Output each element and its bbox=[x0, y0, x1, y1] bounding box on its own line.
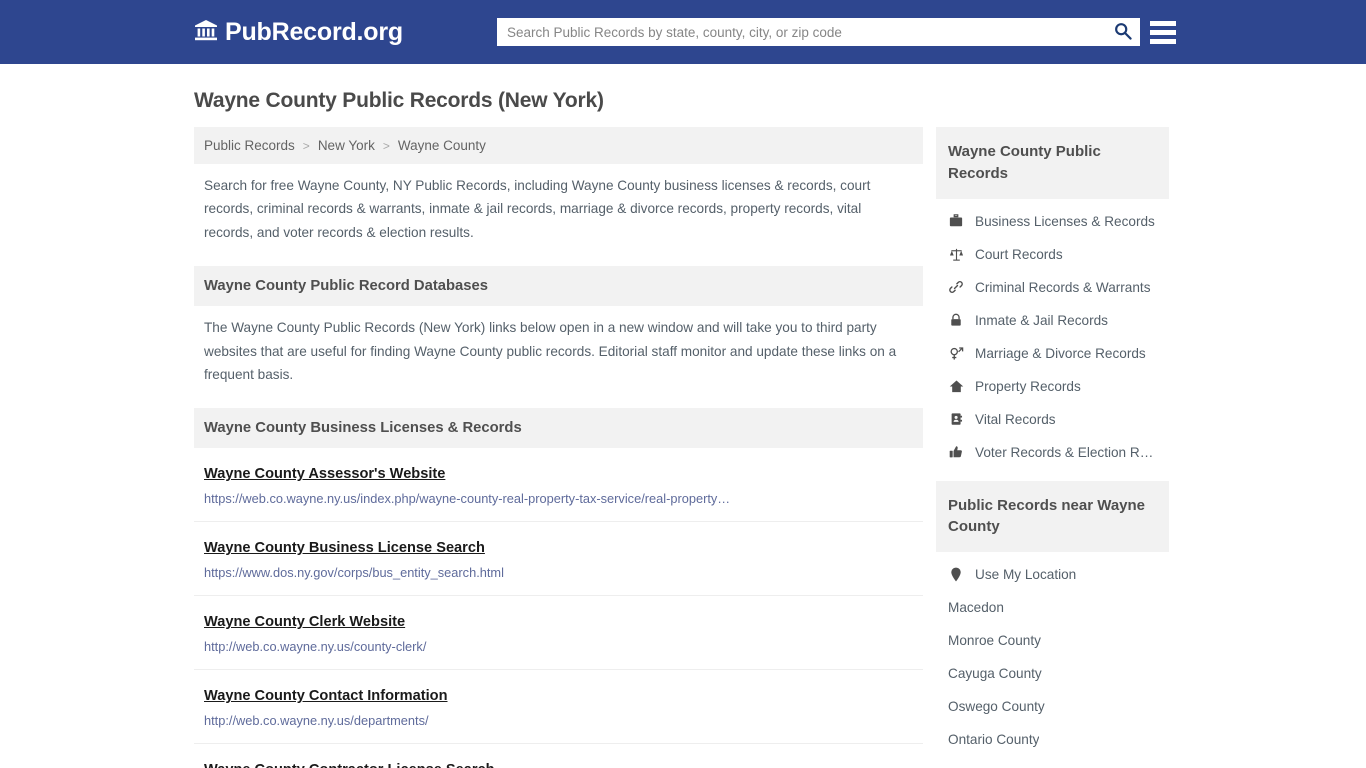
venus-mars-icon bbox=[948, 346, 964, 361]
section-heading-databases: Wayne County Public Record Databases bbox=[194, 266, 923, 307]
sidebar: Wayne County Public Records Business Lic… bbox=[936, 127, 1169, 768]
databases-paragraph: The Wayne County Public Records (New Yor… bbox=[204, 320, 897, 382]
site-logo[interactable]: PubRecord.org bbox=[194, 18, 403, 47]
balance-scale-icon bbox=[948, 247, 964, 262]
thumbs-up-icon bbox=[948, 445, 964, 459]
sidebar-item-ontario-county[interactable]: Ontario County bbox=[936, 723, 1169, 756]
sidebar-item-criminal-records[interactable]: Criminal Records & Warrants bbox=[936, 271, 1169, 304]
chain-link-icon bbox=[948, 280, 964, 294]
sidebar-item-label: Inmate & Jail Records bbox=[975, 312, 1108, 328]
hamburger-menu-icon-bar bbox=[1150, 29, 1176, 35]
breadcrumb-item-public-records[interactable]: Public Records bbox=[204, 138, 295, 153]
lock-icon bbox=[948, 313, 964, 327]
breadcrumb-separator: > bbox=[382, 138, 390, 153]
intro-paragraph: Search for free Wayne County, NY Public … bbox=[204, 178, 871, 240]
sidebar-item-oswego-county[interactable]: Oswego County bbox=[936, 690, 1169, 723]
bank-icon bbox=[194, 18, 218, 47]
search-input[interactable] bbox=[497, 18, 1106, 46]
hamburger-menu-button[interactable] bbox=[1150, 18, 1176, 46]
sidebar-item-court-records[interactable]: Court Records bbox=[936, 238, 1169, 271]
sidebar-item-monroe-county[interactable]: Monroe County bbox=[936, 624, 1169, 657]
record-link-url: https://web.co.wayne.ny.us/index.php/way… bbox=[204, 491, 731, 507]
record-link-url: https://www.dos.ny.gov/corps/bus_entity_… bbox=[204, 565, 504, 581]
sidebar-item-inmate-jail-records[interactable]: Inmate & Jail Records bbox=[936, 304, 1169, 337]
main-column: Public Records > New York > Wayne County… bbox=[194, 127, 923, 768]
search-icon bbox=[1114, 22, 1132, 43]
sidebar-item-label: Macedon bbox=[948, 600, 1004, 615]
sidebar-item-voter-records[interactable]: Voter Records & Election R… bbox=[936, 436, 1169, 469]
sidebar-nearby-box: Public Records near Wayne County Use My … bbox=[936, 480, 1169, 757]
section-heading-business-licenses: Wayne County Business Licenses & Records bbox=[194, 408, 923, 449]
sidebar-item-macedon[interactable]: Macedon bbox=[936, 591, 1169, 624]
breadcrumb-separator: > bbox=[302, 138, 310, 153]
record-link-title[interactable]: Wayne County Contractor License Search bbox=[204, 762, 495, 768]
page-title: Wayne County Public Records (New York) bbox=[194, 89, 604, 112]
sidebar-item-marriage-divorce-records[interactable]: Marriage & Divorce Records bbox=[936, 337, 1169, 370]
breadcrumb: Public Records > New York > Wayne County bbox=[194, 127, 923, 164]
sidebar-item-label: Vital Records bbox=[975, 411, 1056, 427]
page-container: Wayne County Public Records (New York) P… bbox=[0, 89, 1366, 768]
list-item: Wayne County Contact Information http://… bbox=[194, 670, 923, 745]
sidebar-item-label: Use My Location bbox=[975, 567, 1077, 582]
sidebar-item-label: Cayuga County bbox=[948, 666, 1042, 681]
sidebar-item-label: Oswego County bbox=[948, 699, 1045, 714]
sidebar-records-heading: Wayne County Public Records bbox=[936, 127, 1169, 199]
record-link-url: http://web.co.wayne.ny.us/departments/ bbox=[204, 713, 429, 729]
sidebar-nearby-heading: Public Records near Wayne County bbox=[936, 480, 1169, 552]
sidebar-item-label: Ontario County bbox=[948, 732, 1040, 747]
record-link-title[interactable]: Wayne County Clerk Website bbox=[204, 614, 405, 630]
search-bar bbox=[497, 18, 1140, 46]
sidebar-item-use-my-location[interactable]: Use My Location bbox=[936, 558, 1169, 591]
search-button[interactable] bbox=[1106, 18, 1140, 46]
breadcrumb-item-new-york[interactable]: New York bbox=[318, 138, 375, 153]
hamburger-menu-icon-bar bbox=[1150, 38, 1176, 44]
sidebar-item-label: Voter Records & Election R… bbox=[975, 444, 1154, 460]
sidebar-item-label: Court Records bbox=[975, 246, 1063, 262]
map-pin-icon bbox=[948, 567, 964, 582]
sidebar-item-label: Marriage & Divorce Records bbox=[975, 345, 1146, 361]
record-link-url: http://web.co.wayne.ny.us/county-clerk/ bbox=[204, 639, 427, 655]
sidebar-item-business-licenses[interactable]: Business Licenses & Records bbox=[936, 205, 1169, 238]
sidebar-item-label: Property Records bbox=[975, 378, 1081, 394]
breadcrumb-item-wayne-county[interactable]: Wayne County bbox=[398, 138, 486, 153]
record-link-title[interactable]: Wayne County Business License Search bbox=[204, 540, 485, 556]
home-icon bbox=[948, 379, 964, 394]
record-link-title[interactable]: Wayne County Contact Information bbox=[204, 688, 448, 704]
sidebar-item-label: Monroe County bbox=[948, 633, 1041, 648]
sidebar-item-label: Criminal Records & Warrants bbox=[975, 279, 1151, 295]
sidebar-records-box: Wayne County Public Records Business Lic… bbox=[936, 127, 1169, 469]
sidebar-records-list: Business Licenses & Records Court Record… bbox=[936, 199, 1169, 469]
record-link-list: Wayne County Assessor's Website https://… bbox=[194, 448, 923, 768]
site-logo-text: PubRecord.org bbox=[225, 17, 403, 46]
address-book-icon bbox=[948, 412, 964, 426]
list-item: Wayne County Clerk Website http://web.co… bbox=[194, 596, 923, 671]
content-columns: Public Records > New York > Wayne County… bbox=[194, 127, 1172, 768]
sidebar-nearby-list: Use My Location Macedon Monroe County Ca… bbox=[936, 552, 1169, 756]
record-link-title[interactable]: Wayne County Assessor's Website bbox=[204, 466, 445, 482]
list-item: Wayne County Assessor's Website https://… bbox=[194, 448, 923, 523]
hamburger-menu-icon bbox=[1150, 20, 1176, 26]
sidebar-item-label: Business Licenses & Records bbox=[975, 213, 1155, 229]
list-item: Wayne County Contractor License Search h… bbox=[194, 744, 923, 768]
sidebar-item-vital-records[interactable]: Vital Records bbox=[936, 403, 1169, 436]
site-header: PubRecord.org bbox=[0, 0, 1366, 64]
briefcase-icon bbox=[948, 214, 964, 228]
list-item: Wayne County Business License Search htt… bbox=[194, 522, 923, 597]
sidebar-item-property-records[interactable]: Property Records bbox=[936, 370, 1169, 403]
sidebar-item-cayuga-county[interactable]: Cayuga County bbox=[936, 657, 1169, 690]
